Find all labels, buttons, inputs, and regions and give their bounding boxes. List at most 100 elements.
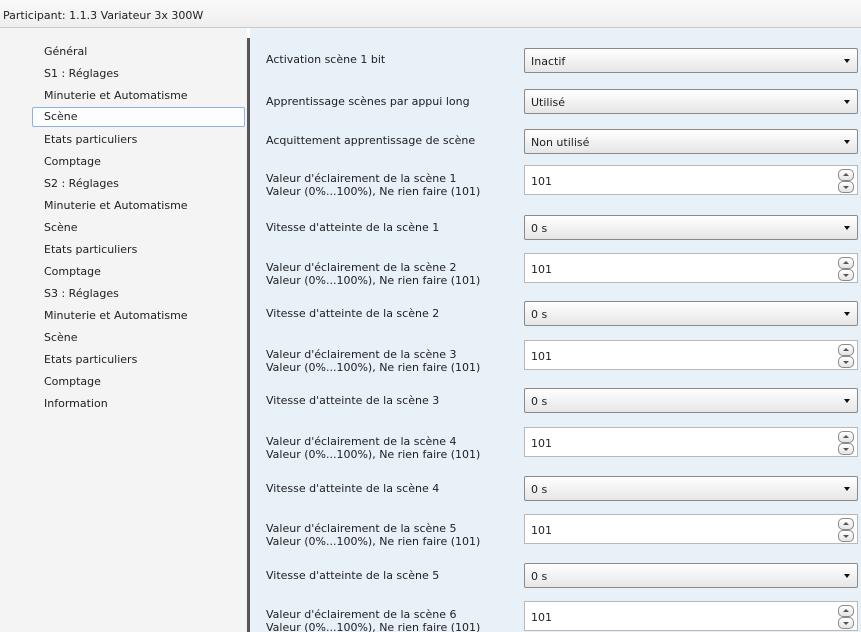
spinner-value: 101 xyxy=(531,350,552,363)
sidebar-item-general[interactable]: Général xyxy=(32,42,245,62)
arrow-up-icon xyxy=(843,173,849,176)
sidebar-nav: Général S1 : Réglages Minuterie et Autom… xyxy=(0,28,247,632)
decrement-button[interactable] xyxy=(838,443,854,455)
sidebar-item-s1-etats[interactable]: Etats particuliers xyxy=(32,130,245,150)
parameter-panel: Activation scène 1 bit Inactif Apprentis… xyxy=(250,28,861,632)
scene-2-value-input[interactable]: 101 xyxy=(524,253,858,283)
param-label-line2: Valeur (0%...100%), Ne rien faire (101) xyxy=(266,448,481,461)
decrement-button[interactable] xyxy=(838,181,854,193)
decrement-button[interactable] xyxy=(838,356,854,368)
scene-1-speed-dropdown[interactable]: 0 s xyxy=(524,215,858,240)
spinner-value: 101 xyxy=(531,437,552,450)
scene-6-value-input[interactable]: 101 xyxy=(524,601,858,631)
sidebar-item-s1-comptage[interactable]: Comptage xyxy=(32,152,245,172)
sidebar-item-s1-scene[interactable]: Scène xyxy=(32,107,245,127)
spinner-value: 101 xyxy=(531,524,552,537)
sidebar-item-s3-scene[interactable]: Scène xyxy=(32,328,245,348)
scene-3-value-input[interactable]: 101 xyxy=(524,340,858,370)
scene-1-value-input[interactable]: 101 xyxy=(524,165,858,195)
param-label: Vitesse d'atteinte de la scène 5 xyxy=(266,569,440,582)
chevron-down-icon xyxy=(844,399,850,403)
param-label: Valeur d'éclairement de la scène 2 Valeu… xyxy=(266,261,521,287)
chevron-down-icon xyxy=(844,226,850,230)
param-label-line2: Valeur (0%...100%), Ne rien faire (101) xyxy=(266,274,481,287)
dropdown-value: 0 s xyxy=(531,570,548,583)
window-title: Participant: 1.1.3 Variateur 3x 300W xyxy=(0,0,861,28)
param-label: Valeur d'éclairement de la scène 3 Valeu… xyxy=(266,348,521,374)
param-label: Vitesse d'atteinte de la scène 4 xyxy=(266,482,440,495)
param-label: Activation scène 1 bit xyxy=(266,53,386,66)
dropdown-value: 0 s xyxy=(531,308,548,321)
param-label: Vitesse d'atteinte de la scène 2 xyxy=(266,307,440,320)
arrow-up-icon xyxy=(843,261,849,264)
chevron-down-icon xyxy=(844,312,850,316)
param-label: Vitesse d'atteinte de la scène 1 xyxy=(266,221,440,234)
sidebar-item-s3-minuterie[interactable]: Minuterie et Automatisme xyxy=(32,306,245,326)
sidebar-item-s1-reglages[interactable]: S1 : Réglages xyxy=(32,64,245,84)
sidebar-item-s1-minuterie[interactable]: Minuterie et Automatisme xyxy=(32,86,245,106)
decrement-button[interactable] xyxy=(838,269,854,281)
scene-5-speed-dropdown[interactable]: 0 s xyxy=(524,563,858,588)
param-label: Valeur d'éclairement de la scène 6 Valeu… xyxy=(266,608,521,632)
scene-4-value-input[interactable]: 101 xyxy=(524,427,858,457)
dropdown-value: 0 s xyxy=(531,483,548,496)
sidebar-item-s2-scene[interactable]: Scène xyxy=(32,218,245,238)
arrow-up-icon xyxy=(843,609,849,612)
chevron-down-icon xyxy=(844,100,850,104)
increment-button[interactable] xyxy=(838,257,854,269)
dropdown-value: Non utilisé xyxy=(531,136,590,149)
param-label: Valeur d'éclairement de la scène 4 Valeu… xyxy=(266,435,521,461)
increment-button[interactable] xyxy=(838,431,854,443)
sidebar-item-s3-comptage[interactable]: Comptage xyxy=(32,372,245,392)
dropdown-value: Inactif xyxy=(531,55,566,68)
sidebar-item-information[interactable]: Information xyxy=(32,394,245,414)
scene-learning-dropdown[interactable]: Utilisé xyxy=(524,89,858,114)
arrow-down-icon xyxy=(843,448,849,451)
scene-3-speed-dropdown[interactable]: 0 s xyxy=(524,388,858,413)
increment-button[interactable] xyxy=(838,344,854,356)
chevron-down-icon xyxy=(844,140,850,144)
sidebar-item-s2-reglages[interactable]: S2 : Réglages xyxy=(32,174,245,194)
increment-button[interactable] xyxy=(838,169,854,181)
arrow-down-icon xyxy=(843,622,849,625)
scene-2-speed-dropdown[interactable]: 0 s xyxy=(524,301,858,326)
param-label: Vitesse d'atteinte de la scène 3 xyxy=(266,394,440,407)
chevron-down-icon xyxy=(844,59,850,63)
spinner-value: 101 xyxy=(531,611,552,624)
sidebar-item-s3-reglages[interactable]: S3 : Réglages xyxy=(32,284,245,304)
scene-learning-ack-dropdown[interactable]: Non utilisé xyxy=(524,129,858,154)
param-label-line1: Valeur d'éclairement de la scène 6 xyxy=(266,608,457,621)
param-label: Apprentissage scènes par appui long xyxy=(266,95,470,108)
scene-4-speed-dropdown[interactable]: 0 s xyxy=(524,476,858,501)
increment-button[interactable] xyxy=(838,518,854,530)
scene-1bit-activation-dropdown[interactable]: Inactif xyxy=(524,48,858,73)
dropdown-value: 0 s xyxy=(531,222,548,235)
chevron-down-icon xyxy=(844,574,850,578)
param-label-line2: Valeur (0%...100%), Ne rien faire (101) xyxy=(266,535,481,548)
chevron-down-icon xyxy=(844,487,850,491)
sidebar-item-s2-etats[interactable]: Etats particuliers xyxy=(32,240,245,260)
increment-button[interactable] xyxy=(838,605,854,617)
param-label-line1: Valeur d'éclairement de la scène 2 xyxy=(266,261,457,274)
arrow-up-icon xyxy=(843,348,849,351)
decrement-button[interactable] xyxy=(838,530,854,542)
arrow-up-icon xyxy=(843,522,849,525)
param-label-line1: Valeur d'éclairement de la scène 5 xyxy=(266,522,457,535)
decrement-button[interactable] xyxy=(838,617,854,629)
spinner-value: 101 xyxy=(531,263,552,276)
sidebar-item-s2-comptage[interactable]: Comptage xyxy=(32,262,245,282)
param-label-line2: Valeur (0%...100%), Ne rien faire (101) xyxy=(266,361,481,374)
arrow-down-icon xyxy=(843,186,849,189)
param-label-line1: Valeur d'éclairement de la scène 4 xyxy=(266,435,457,448)
spinner-value: 101 xyxy=(531,175,552,188)
arrow-up-icon xyxy=(843,435,849,438)
param-label: Valeur d'éclairement de la scène 5 Valeu… xyxy=(266,522,521,548)
sidebar-item-s3-etats[interactable]: Etats particuliers xyxy=(32,350,245,370)
param-label: Acquittement apprentissage de scène xyxy=(266,134,476,147)
scene-5-value-input[interactable]: 101 xyxy=(524,514,858,544)
dropdown-value: 0 s xyxy=(531,395,548,408)
param-label-line1: Valeur d'éclairement de la scène 1 xyxy=(266,172,457,185)
sidebar-item-s2-minuterie[interactable]: Minuterie et Automatisme xyxy=(32,196,245,216)
param-label-line1: Valeur d'éclairement de la scène 3 xyxy=(266,348,457,361)
param-label: Valeur d'éclairement de la scène 1 Valeu… xyxy=(266,172,521,198)
